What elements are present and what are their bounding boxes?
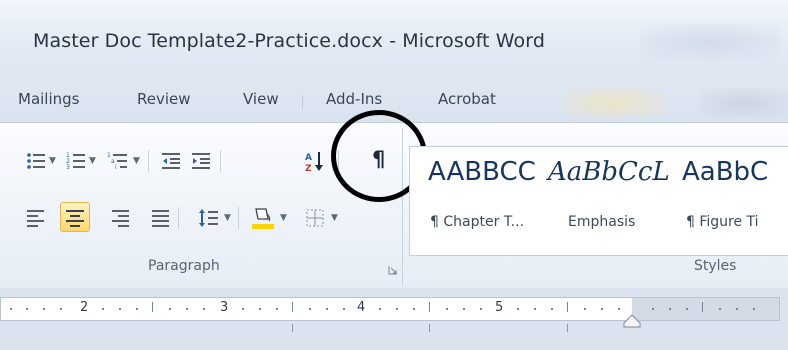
button-separator [148,150,149,172]
multilevel-list-dropdown-icon[interactable]: ▼ [133,156,140,166]
ruler-tick [736,308,738,310]
decrease-indent-icon[interactable] [160,150,182,172]
ruler-tick [379,308,381,310]
justify-icon[interactable] [150,207,172,229]
window-title: Master Doc Template2-Practice.docx - Mic… [33,30,545,52]
style-sample: AaBbC [682,157,769,187]
right-indent-marker-icon[interactable] [623,313,641,332]
ruler-tick [517,308,519,310]
tab-acrobat[interactable]: Acrobat [438,90,496,108]
shading-icon[interactable] [250,205,276,229]
ruler-tick [753,308,755,310]
ruler-number: 4 [357,300,366,315]
ruler-tick [429,302,430,312]
ruler-tick [396,308,398,310]
style-sample: AaBbCcL [548,157,670,187]
tab-review[interactable]: Review [137,90,191,108]
ruler-tick [702,302,703,312]
align-left-icon[interactable] [25,207,47,229]
blurred-tab-area [563,88,663,118]
button-separator [238,207,239,229]
ruler-tick [343,308,345,310]
styles-group-label: Styles [694,258,737,274]
ruler-tab-stop [292,324,293,332]
ruler-tick [26,308,28,310]
ruler-tick [276,308,278,310]
multilevel-list-icon[interactable]: 1 a i [106,150,130,172]
svg-text:A: A [305,153,312,163]
ruler-tab-stop [567,324,568,332]
paragraph-dialog-launcher-icon[interactable] [388,260,398,275]
ruler-tick [102,308,104,310]
ruler-tick [480,308,482,310]
ruler-tick [669,308,671,310]
ruler-tick [446,308,448,310]
ruler-tick [43,308,45,310]
ruler-number: 2 [80,300,89,315]
ruler-tick [292,302,293,312]
ruler-tick [326,308,328,310]
increase-indent-icon[interactable] [190,150,212,172]
ruler-tick [259,308,261,310]
ruler-number: 3 [220,300,229,315]
center-align-icon[interactable] [64,207,86,229]
ruler-tick [136,308,138,310]
numbering-dropdown-icon[interactable]: ▼ [89,156,96,166]
borders-icon[interactable] [304,207,326,229]
tab-mailings[interactable]: Mailings [18,90,79,108]
ruler-tick [309,308,311,310]
align-right-icon[interactable] [110,207,132,229]
sort-icon[interactable]: A Z [304,150,326,174]
shading-dropdown-icon[interactable]: ▼ [280,213,287,223]
numbering-icon[interactable]: 1 2 3 [65,150,87,172]
ruler-tick [60,308,62,310]
tab-divider [302,95,303,109]
styles-gallery: AABBCC ¶ Chapter T... AaBbCcL Emphasis A… [409,146,788,256]
ruler-tick [652,308,654,310]
style-chapter-title[interactable]: AABBCC ¶ Chapter T... [410,147,538,255]
paragraph-group-label: Paragraph [148,258,220,274]
style-emphasis[interactable]: AaBbCcL Emphasis [538,147,670,255]
button-separator [178,207,179,229]
ruler-tick [242,308,244,310]
word-window: Master Doc Template2-Practice.docx - Mic… [0,0,788,350]
ruler-tick [584,308,586,310]
bullets-dropdown-icon[interactable]: ▼ [49,156,56,166]
ruler-tick [169,308,171,310]
ruler-tab-stop [429,324,430,332]
ruler-tick [534,308,536,310]
ruler-tick [463,308,465,310]
svg-text:Z: Z [305,164,312,174]
ruler-tick [719,308,721,310]
blurred-quick-access [700,88,788,118]
ruler-tick [567,302,568,312]
style-sample: AABBCC [428,157,536,187]
line-spacing-icon[interactable] [198,207,220,229]
svg-text:i: i [115,164,117,171]
ruler-tick [152,302,153,312]
ruler-tick [203,308,205,310]
tab-view[interactable]: View [243,90,279,108]
ruler-tick [601,308,603,310]
borders-dropdown-icon[interactable]: ▼ [331,213,338,223]
ruler-tick [186,308,188,310]
ruler-tick [618,308,620,310]
style-name: Emphasis [568,214,636,230]
ruler-tick [551,308,553,310]
style-name: ¶ Chapter T... [430,214,525,230]
tab-add-ins[interactable]: Add-Ins [326,90,382,108]
ruler-margin-area [632,298,779,320]
button-separator [220,150,221,172]
ruler-tick [119,308,121,310]
blurred-title-area [640,24,780,60]
ruler-tick [686,308,688,310]
style-name: ¶ Figure Ti [686,214,759,230]
svg-text:3: 3 [66,164,70,171]
line-spacing-dropdown-icon[interactable]: ▼ [224,213,231,223]
ruler-tick [10,308,12,310]
ruler-number: 5 [495,300,504,315]
ruler-tick [413,308,415,310]
style-figure-title[interactable]: AaBbC ¶ Figure Ti [666,147,788,255]
bullets-icon[interactable] [25,150,47,172]
